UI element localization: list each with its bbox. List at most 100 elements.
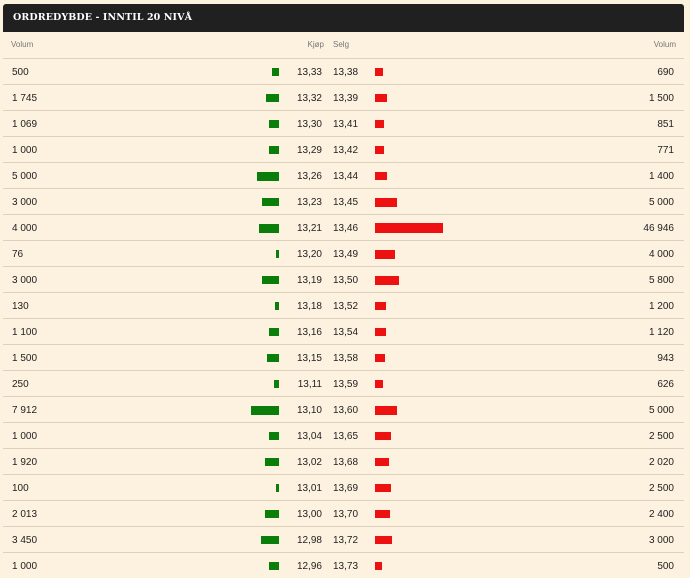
ask-volume-bar bbox=[375, 354, 385, 362]
ask-volume-bar bbox=[375, 458, 389, 466]
bid-volume: 76 bbox=[12, 249, 24, 260]
order-book-row: 5 000 13,26 13,44 1 400 bbox=[3, 162, 684, 188]
column-header-volume-bid: Volum bbox=[11, 40, 34, 49]
bid-price: 13,18 bbox=[296, 301, 322, 312]
ask-volume-bar bbox=[375, 328, 386, 336]
order-book-rows: 500 13,33 13,38 690 1 745 13,32 13,39 1 500 1 06… bbox=[3, 58, 684, 578]
ask-volume: 1 120 bbox=[648, 327, 674, 338]
ask-price: 13,49 bbox=[333, 249, 359, 260]
bid-volume: 250 bbox=[12, 379, 29, 390]
bid-volume-bar bbox=[272, 68, 279, 76]
bid-price: 13,32 bbox=[296, 93, 322, 104]
order-book-row: 1 920 13,02 13,68 2 020 bbox=[3, 448, 684, 474]
order-book-row: 1 069 13,30 13,41 851 bbox=[3, 110, 684, 136]
ask-price: 13,41 bbox=[333, 119, 359, 130]
bid-volume-bar bbox=[269, 120, 279, 128]
ask-volume: 626 bbox=[657, 379, 674, 390]
bid-price: 13,26 bbox=[296, 171, 322, 182]
ask-volume: 2 400 bbox=[648, 509, 674, 520]
ask-volume-bar bbox=[375, 562, 382, 570]
bid-volume: 1 069 bbox=[12, 119, 38, 130]
order-book-row: 1 100 13,16 13,54 1 120 bbox=[3, 318, 684, 344]
bid-price: 13,20 bbox=[296, 249, 322, 260]
ask-volume-bar bbox=[375, 249, 395, 259]
bid-volume-bar bbox=[265, 458, 279, 466]
ask-price: 13,70 bbox=[333, 509, 359, 520]
bid-volume: 4 000 bbox=[12, 223, 38, 234]
order-book-row: 1 745 13,32 13,39 1 500 bbox=[3, 84, 684, 110]
ask-price: 13,52 bbox=[333, 301, 359, 312]
bid-volume-bar bbox=[269, 562, 279, 570]
bid-volume: 1 000 bbox=[12, 145, 38, 156]
ask-volume-bar bbox=[375, 120, 384, 128]
bid-volume-bar bbox=[259, 223, 279, 233]
table-header: Volum Kjøp Selg Volum bbox=[3, 32, 684, 58]
order-book-row: 1 000 13,29 13,42 771 bbox=[3, 136, 684, 162]
bid-volume: 1 500 bbox=[12, 353, 38, 364]
ask-volume-bar bbox=[375, 510, 390, 518]
ask-volume-bar bbox=[375, 536, 392, 544]
bid-price: 13,04 bbox=[296, 431, 322, 442]
bid-volume-bar bbox=[276, 484, 279, 492]
order-book-row: 130 13,18 13,52 1 200 bbox=[3, 292, 684, 318]
ask-volume-bar bbox=[375, 302, 386, 310]
ask-volume: 2 500 bbox=[648, 431, 674, 442]
ask-price: 13,65 bbox=[333, 431, 359, 442]
bid-price: 13,33 bbox=[296, 67, 322, 78]
order-book-row: 3 000 13,23 13,45 5 000 bbox=[3, 188, 684, 214]
ask-price: 13,58 bbox=[333, 353, 359, 364]
ask-price: 13,68 bbox=[333, 457, 359, 468]
bid-volume-bar bbox=[262, 276, 279, 284]
ask-volume: 4 000 bbox=[648, 249, 674, 260]
bid-volume-bar bbox=[262, 198, 279, 206]
ask-volume-bar bbox=[375, 68, 383, 76]
bid-price: 13,15 bbox=[296, 353, 322, 364]
bid-volume-bar bbox=[261, 536, 279, 544]
bid-volume: 1 745 bbox=[12, 93, 38, 104]
order-book-row: 500 13,33 13,38 690 bbox=[3, 58, 684, 84]
ask-volume-bar bbox=[375, 146, 384, 154]
ask-price: 13,44 bbox=[333, 171, 359, 182]
bid-volume: 3 000 bbox=[12, 275, 38, 286]
ask-volume: 5 000 bbox=[648, 405, 674, 416]
ask-price: 13,42 bbox=[333, 145, 359, 156]
order-book-row: 3 450 12,98 13,72 3 000 bbox=[3, 526, 684, 552]
panel-title: ORDREDYBDE - INNTIL 20 NIVÅ bbox=[3, 4, 684, 32]
ask-price: 13,72 bbox=[333, 535, 359, 546]
bid-volume: 100 bbox=[12, 483, 29, 494]
order-book-row: 1 000 12,96 13,73 500 bbox=[3, 552, 684, 578]
bid-volume: 7 912 bbox=[12, 405, 38, 416]
column-header-ask: Selg bbox=[333, 40, 350, 49]
bid-price: 13,19 bbox=[296, 275, 322, 286]
column-header-bid: Kjøp bbox=[307, 40, 324, 49]
bid-volume-bar bbox=[257, 171, 279, 181]
bid-price: 13,11 bbox=[297, 379, 322, 390]
bid-volume: 1 100 bbox=[12, 327, 38, 338]
bid-volume-bar bbox=[265, 510, 279, 518]
order-book-row: 100 13,01 13,69 2 500 bbox=[3, 474, 684, 500]
ask-volume: 690 bbox=[657, 67, 674, 78]
order-book-row: 3 000 13,19 13,50 5 800 bbox=[3, 266, 684, 292]
ask-volume: 3 000 bbox=[648, 535, 674, 546]
ask-volume-bar bbox=[375, 223, 443, 233]
bid-price: 13,23 bbox=[296, 197, 322, 208]
bid-price: 13,21 bbox=[296, 223, 322, 234]
ask-volume: 5 000 bbox=[648, 197, 674, 208]
bid-volume-bar bbox=[251, 405, 279, 415]
ask-price: 13,73 bbox=[333, 561, 359, 572]
ask-volume-bar bbox=[375, 405, 397, 415]
ask-price: 13,54 bbox=[333, 327, 359, 338]
bid-volume-bar bbox=[269, 328, 279, 336]
ask-volume-bar bbox=[375, 94, 387, 102]
bid-price: 13,16 bbox=[296, 327, 322, 338]
ask-volume-bar bbox=[375, 432, 391, 440]
bid-price: 12,96 bbox=[296, 561, 322, 572]
ask-volume: 943 bbox=[657, 353, 674, 364]
bid-price: 13,00 bbox=[296, 509, 322, 520]
bid-volume: 500 bbox=[12, 67, 29, 78]
ask-volume: 2 020 bbox=[648, 457, 674, 468]
ask-volume: 1 200 bbox=[648, 301, 674, 312]
bid-price: 13,29 bbox=[296, 145, 322, 156]
bid-volume-bar bbox=[276, 250, 279, 258]
ask-price: 13,38 bbox=[333, 67, 359, 78]
